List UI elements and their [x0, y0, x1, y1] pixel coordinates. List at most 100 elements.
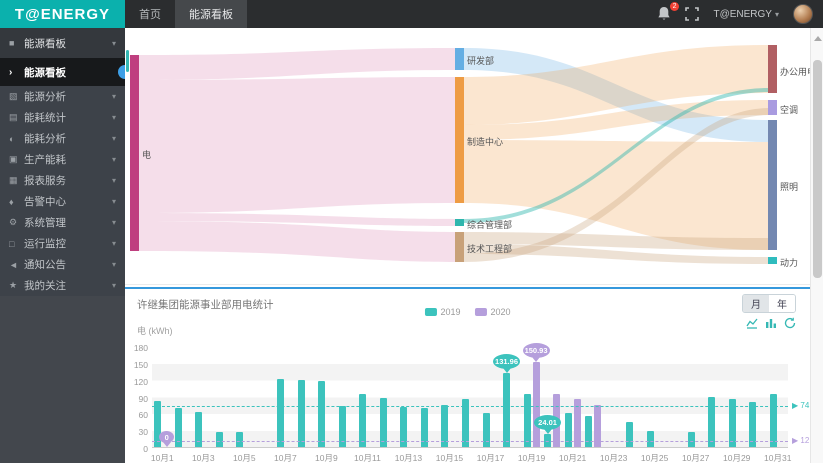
bar-2019-day12[interactable] [379, 397, 387, 447]
bar-chart-icon[interactable] [765, 316, 777, 328]
scroll-up-arrow[interactable] [814, 32, 822, 41]
year-button[interactable]: 年 [769, 295, 795, 312]
sankey-node-manufacturing-center[interactable] [455, 77, 464, 203]
sankey-node-dynamic-power[interactable] [768, 257, 777, 264]
sidebar-item-notice[interactable]: ◄ 通知公告 ▾ [0, 254, 125, 275]
avatar[interactable] [793, 4, 813, 24]
markpoint-value: 131.96 [495, 356, 518, 366]
bar-2019-day7[interactable] [277, 378, 285, 447]
sankey-label-dynamic-power: 动力 [780, 258, 799, 268]
fullscreen-icon[interactable] [685, 7, 700, 21]
bar-2019-day22[interactable] [585, 416, 593, 447]
notification-bell-icon[interactable]: 2 [657, 2, 680, 22]
active-item-marker [118, 65, 125, 79]
bar-2020-day19[interactable] [532, 362, 540, 447]
monitor-icon: □ [9, 238, 15, 249]
legend-item-2020[interactable]: 2020 [474, 307, 511, 317]
bar-2019-day24[interactable] [626, 421, 634, 447]
sidebar-item-consumption-analysis[interactable]: ◐ 能耗分析 ▾ [0, 128, 125, 149]
x-tick-label: 10月27 [681, 453, 710, 463]
y-tick-label: 90 [138, 393, 148, 404]
bar-2019-day4[interactable] [215, 432, 223, 447]
markpoint-2019-24.01: 24.01 [534, 414, 562, 434]
user-name: T@ENERGY [713, 8, 772, 20]
tab-energy-dashboard[interactable]: 能源看板 [175, 0, 247, 28]
sankey-label-tech-engineering: 技术工程部 [467, 244, 513, 254]
markpoint-value: 0 [164, 432, 169, 442]
chevron-down-icon: ▾ [111, 113, 116, 122]
sidebar-item-report-service[interactable]: ▦ 报表服务 ▾ [0, 170, 125, 191]
sankey-node-electricity[interactable] [130, 55, 139, 251]
sidebar-item-alert-center[interactable]: ♦ 告警中心 ▾ [0, 191, 125, 212]
sankey-node-tech-engineering[interactable] [455, 232, 464, 262]
bar-2019-day28[interactable] [708, 396, 716, 447]
x-tick-label: 10月29 [722, 453, 751, 463]
sidebar-item-production-energy[interactable]: ▣ 生产能耗 ▾ [0, 149, 125, 170]
chart-legend: 2019 2020 [424, 307, 511, 317]
tab-home[interactable]: 首页 [125, 0, 175, 28]
chevron-down-icon: ▾ [111, 155, 116, 164]
stats-icon: ▤ [9, 112, 18, 122]
bar-2019-day11[interactable] [359, 393, 367, 447]
scrollbar-thumb[interactable] [813, 60, 822, 278]
sankey-node-general-mgmt[interactable] [455, 219, 464, 226]
page-scrollbar[interactable] [810, 28, 823, 463]
x-tick-label: 10月7 [274, 453, 297, 463]
bar-2019-day8[interactable] [297, 379, 305, 447]
bar-2019-day31[interactable] [769, 393, 777, 447]
header-right: 2 T@ENERGY ▾ [657, 0, 823, 28]
sankey-label-manufacturing-center: 制造中心 [467, 137, 504, 147]
x-tick-label: 10月31 [764, 453, 792, 463]
sidebar-item-operation-monitor[interactable]: □ 运行监控 ▾ [0, 233, 125, 254]
x-tick-label: 10月25 [640, 453, 669, 463]
sidebar-item-energy-analysis[interactable]: ▧ 能源分析 ▾ [0, 86, 125, 107]
analysis-icon: ▧ [9, 91, 18, 101]
sankey-node-lighting[interactable] [768, 120, 777, 250]
bar-2019-day19[interactable] [523, 393, 531, 447]
month-button[interactable]: 月 [743, 295, 769, 312]
chevron-down-icon: ▾ [111, 281, 116, 290]
brand-logo[interactable]: T@ENERGY [0, 0, 125, 28]
x-tick-label: 10月23 [599, 453, 628, 463]
x-tick-label: 10月19 [517, 453, 546, 463]
x-tick-label: 10月5 [232, 453, 256, 463]
sidebar-subitem-energy-kanban-active[interactable]: › 能源看板 [0, 58, 125, 86]
sankey-node-rd-dept[interactable] [455, 48, 464, 70]
dashboard-icon: ■ [9, 38, 15, 48]
sankey-label-general-mgmt: 综合管理部 [467, 220, 513, 230]
chart-title: 许继集团能源事业部用电统计 [137, 299, 274, 311]
markpoint-2019-131.96: 131.96 [493, 353, 521, 373]
bar-2019-day27[interactable] [687, 432, 695, 447]
sankey-node-office-power[interactable] [768, 45, 777, 93]
avg-line-2019 [152, 406, 788, 408]
sidebar-item-system-management[interactable]: ⚙ 系统管理 ▾ [0, 212, 125, 233]
avg-line-2020 [152, 441, 788, 443]
legend-swatch [474, 308, 487, 316]
chevron-down-icon: ▾ [111, 134, 116, 143]
x-tick-label: 10月9 [315, 453, 338, 463]
sankey-node-aircon[interactable] [768, 100, 777, 115]
markpoint-value: 24.01 [538, 417, 557, 427]
user-dropdown[interactable]: T@ENERGY ▾ [713, 9, 779, 20]
sidebar-item-consumption-stats[interactable]: ▤ 能耗统计 ▾ [0, 107, 125, 128]
markpoint-2020-150.93: 150.93 [522, 343, 550, 363]
period-toggle: 月 年 [742, 294, 796, 313]
line-chart-icon[interactable] [746, 316, 758, 329]
restore-icon[interactable] [784, 316, 796, 329]
sankey-label-office-power: 办公用电 [780, 67, 810, 77]
x-tick-label: 10月11 [354, 453, 381, 463]
bar-2019-day5[interactable] [236, 431, 244, 447]
bar-2019-day9[interactable] [318, 381, 326, 447]
legend-item-2019[interactable]: 2019 [424, 307, 461, 317]
arrow-right-icon: › [9, 66, 13, 78]
inner-scroll-thumb[interactable] [126, 50, 129, 72]
sidebar-footer-area [0, 296, 125, 463]
sidebar-item-energy-kanban[interactable]: ■ 能源看板 ▾ [0, 28, 125, 58]
sidebar-item-my-follows[interactable]: ★ 我的关注 ▾ [0, 275, 125, 296]
sankey-label-aircon: 空调 [780, 105, 799, 115]
chevron-down-icon: ▾ [774, 9, 779, 19]
bar-2019-day25[interactable] [646, 431, 654, 447]
bar-2019-day18[interactable] [503, 372, 511, 447]
chevron-down-icon: ▾ [111, 218, 116, 227]
chart-toolbox [746, 316, 796, 329]
